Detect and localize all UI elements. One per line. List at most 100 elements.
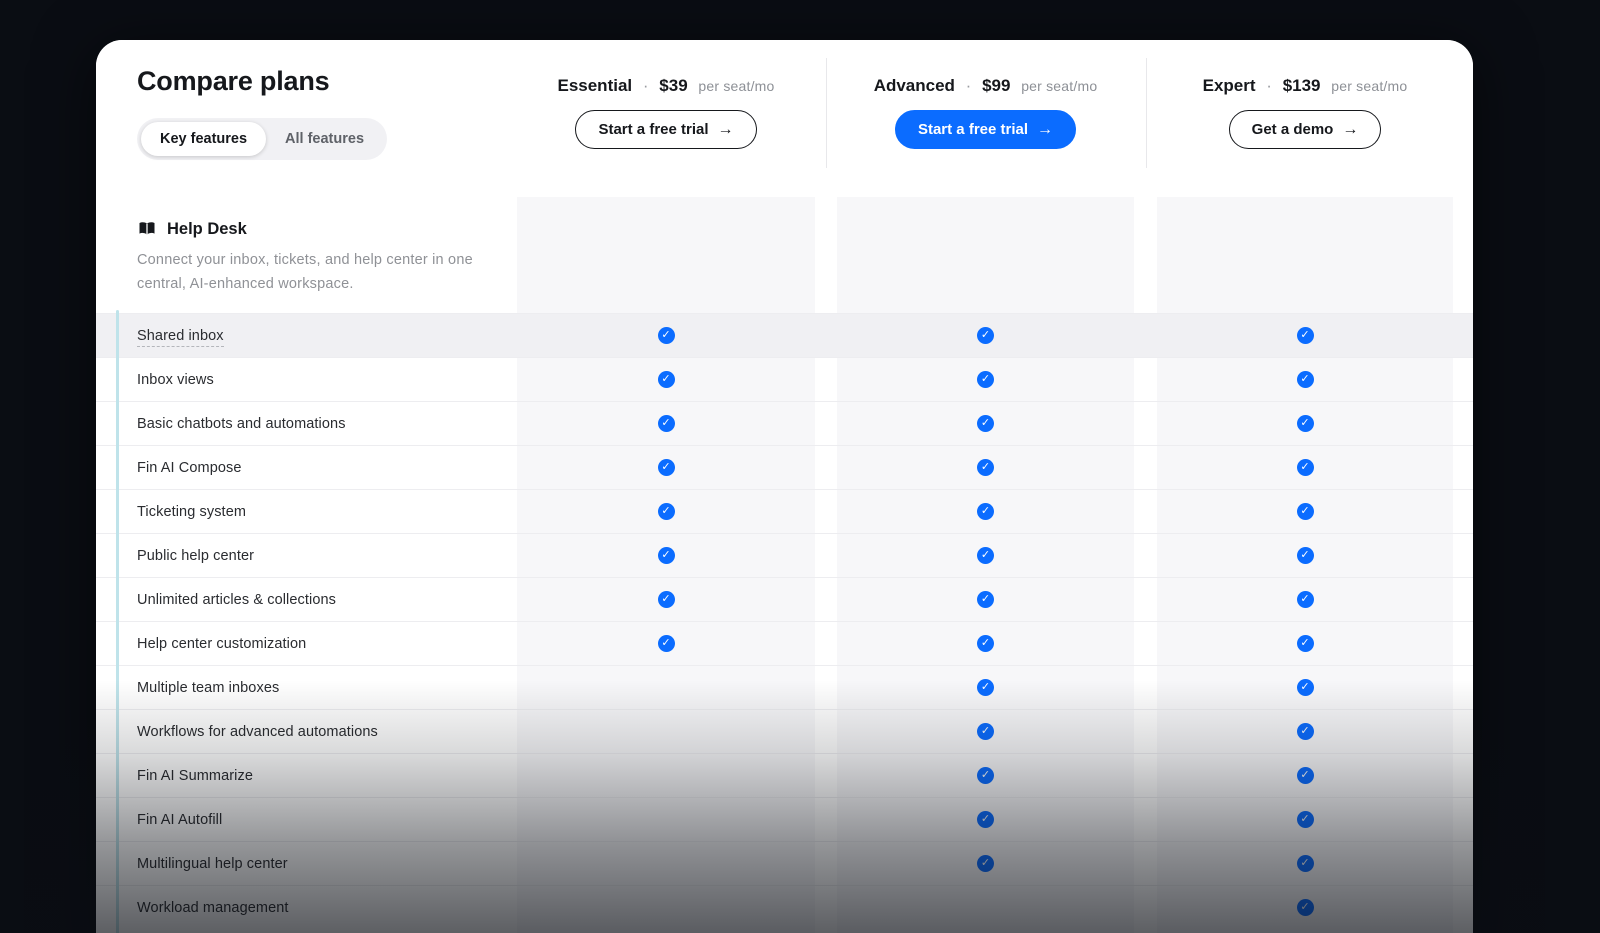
check-icon: ✓ — [1297, 503, 1314, 520]
feature-row: Workload management ✓ — [96, 885, 1473, 929]
availability-cell: ✓ — [1157, 899, 1453, 916]
feature-label: Ticketing system — [137, 504, 246, 520]
feature-label: Inbox views — [137, 372, 214, 388]
availability-cell: ✓ — [837, 503, 1134, 520]
availability-cell: ✓ — [1157, 723, 1453, 740]
features-toggle: Key featuresAll features — [137, 118, 387, 160]
plan-header-expert: Expert · $139 per seat/mo Get a demo → — [1157, 76, 1453, 149]
check-icon: ✓ — [1297, 635, 1314, 652]
feature-row: Help center customization ✓✓✓ — [96, 621, 1473, 665]
feature-row: Public help center ✓✓✓ — [96, 533, 1473, 577]
availability-cell: ✓ — [1157, 327, 1453, 344]
check-icon: ✓ — [977, 547, 994, 564]
check-icon: ✓ — [977, 811, 994, 828]
availability-cell: ✓ — [1157, 547, 1453, 564]
feature-label[interactable]: Shared inbox — [137, 328, 224, 347]
check-icon: ✓ — [658, 547, 675, 564]
plan-cta-label: Start a free trial — [918, 121, 1028, 138]
section-title: Help Desk — [167, 220, 247, 239]
check-icon: ✓ — [1297, 767, 1314, 784]
check-icon: ✓ — [977, 415, 994, 432]
check-icon: ✓ — [658, 503, 675, 520]
feature-row: Fin AI Summarize ✓ ✓ — [96, 753, 1473, 797]
scroll-indicator — [116, 310, 119, 933]
feature-row: Multilingual help center ✓ ✓ — [96, 841, 1473, 885]
check-icon: ✓ — [1297, 811, 1314, 828]
check-icon: ✓ — [1297, 899, 1314, 916]
plan-separator: · — [1266, 76, 1272, 95]
plan-price: $139 — [1283, 76, 1321, 95]
availability-cell: ✓ — [837, 415, 1134, 432]
availability-cell: ✓ — [1157, 855, 1453, 872]
check-icon: ✓ — [977, 855, 994, 872]
availability-cell: ✓ — [1157, 635, 1453, 652]
feature-row: Shared inbox ✓ ✓ ✓ — [96, 313, 1473, 357]
check-icon: ✓ — [658, 415, 675, 432]
toggle-tab-key-features[interactable]: Key features — [141, 122, 266, 156]
plan-period: per seat/mo — [698, 78, 774, 94]
availability-cell: ✓ — [1157, 459, 1453, 476]
feature-label: Multilingual help center — [137, 856, 288, 872]
feature-row: Fin AI Compose ✓✓✓ — [96, 445, 1473, 489]
availability-cell: ✓ — [517, 327, 815, 344]
plan-header-essential: Essential · $39 per seat/mo Start a free… — [517, 76, 815, 149]
check-icon: ✓ — [1297, 459, 1314, 476]
arrow-right-icon: → — [1037, 122, 1053, 138]
start-a-free-trial-button-advanced[interactable]: Start a free trial → — [895, 110, 1076, 149]
plan-separator: · — [643, 76, 649, 95]
page-background: Compare plans Key featuresAll features E… — [0, 0, 1600, 933]
card-header: Compare plans Key featuresAll features E… — [96, 40, 1473, 197]
column-divider — [1146, 58, 1147, 168]
check-icon: ✓ — [1297, 547, 1314, 564]
check-icon: ✓ — [977, 327, 994, 344]
feature-row: Unlimited articles & collections ✓✓✓ — [96, 577, 1473, 621]
feature-row: Multiple team inboxes ✓✓ — [96, 665, 1473, 709]
feature-label: Unlimited articles & collections — [137, 592, 336, 608]
feature-row: Basic chatbots and automations ✓ ✓ ✓ — [96, 401, 1473, 445]
start-a-free-trial-button-essential[interactable]: Start a free trial → — [575, 110, 756, 149]
section-description: Connect your inbox, tickets, and help ce… — [137, 249, 517, 297]
feature-label: Fin AI Autofill — [137, 812, 222, 828]
availability-cell: ✓ — [517, 503, 815, 520]
check-icon: ✓ — [977, 679, 994, 696]
toggle-tab-all-features[interactable]: All features — [266, 122, 383, 156]
check-icon: ✓ — [1297, 855, 1314, 872]
comparison-table: Help Desk Connect your inbox, tickets, a… — [96, 197, 1473, 933]
plan-price: $99 — [982, 76, 1010, 95]
availability-cell: ✓ — [517, 635, 815, 652]
check-icon: ✓ — [658, 327, 675, 344]
plan-header-advanced: Advanced · $99 per seat/mo Start a free … — [837, 76, 1134, 149]
check-icon: ✓ — [977, 591, 994, 608]
plan-name: Expert — [1203, 76, 1256, 95]
feature-row: Inbox views ✓✓✓ — [96, 357, 1473, 401]
arrow-right-icon: → — [718, 122, 734, 138]
availability-cell: ✓ — [1157, 371, 1453, 388]
availability-cell: ✓ — [837, 767, 1134, 784]
check-icon: ✓ — [1297, 415, 1314, 432]
feature-label: Fin AI Compose — [137, 460, 242, 476]
availability-cell: ✓ — [517, 591, 815, 608]
feature-label: Multiple team inboxes — [137, 680, 279, 696]
feature-label: Basic chatbots and automations — [137, 416, 346, 432]
get-a-demo-button-expert[interactable]: Get a demo → — [1229, 110, 1382, 149]
feature-rows: Shared inbox ✓ ✓ ✓ Inbox views ✓ ✓ ✓ Basic c… — [96, 313, 1473, 929]
check-icon: ✓ — [658, 635, 675, 652]
availability-cell: ✓ — [517, 415, 815, 432]
check-icon: ✓ — [1297, 327, 1314, 344]
plan-name: Essential — [557, 76, 632, 95]
feature-label: Workflows for advanced automations — [137, 724, 378, 740]
availability-cell: ✓ — [837, 591, 1134, 608]
check-icon: ✓ — [977, 459, 994, 476]
plan-price: $39 — [659, 76, 687, 95]
plan-period: per seat/mo — [1331, 78, 1407, 94]
feature-label: Fin AI Summarize — [137, 768, 253, 784]
section-help-desk: Help Desk Connect your inbox, tickets, a… — [96, 197, 1473, 313]
availability-cell: ✓ — [1157, 767, 1453, 784]
plan-cta-label: Start a free trial — [598, 121, 708, 138]
feature-label: Workload management — [137, 900, 289, 916]
availability-cell: ✓ — [837, 547, 1134, 564]
help-desk-book-icon — [137, 219, 157, 239]
check-icon: ✓ — [977, 635, 994, 652]
page-title: Compare plans — [137, 66, 329, 97]
availability-cell: ✓ — [517, 371, 815, 388]
